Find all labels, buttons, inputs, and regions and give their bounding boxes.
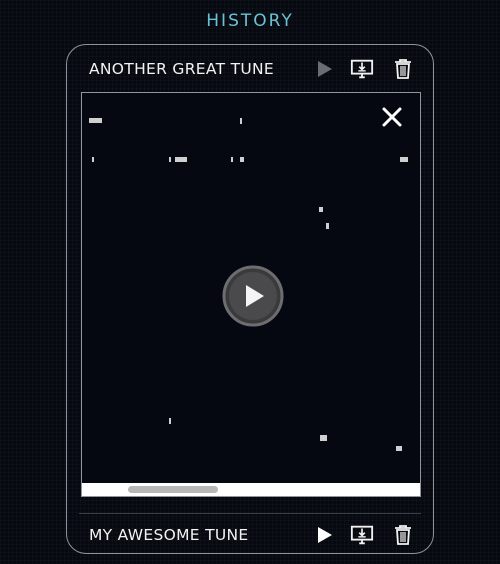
noise-pixel [320, 435, 327, 441]
history-item: ANOTHER GREAT TUNE [67, 45, 433, 93]
noise-pixel [400, 157, 408, 162]
noise-pixel [319, 207, 323, 212]
history-title: HISTORY [206, 11, 294, 31]
history-panel: ANOTHER GREAT TUNE MY AWESOME TUNE [66, 44, 434, 554]
noise-pixel [89, 118, 102, 123]
tune-name: ANOTHER GREAT TUNE [89, 60, 274, 78]
noise-pixel [231, 157, 233, 162]
noise-pixel [240, 118, 242, 124]
noise-pixel [169, 157, 171, 162]
history-item: MY AWESOME TUNE [67, 511, 433, 559]
close-icon[interactable] [380, 105, 404, 129]
noise-pixel [92, 157, 94, 162]
noise-pixel [326, 223, 329, 229]
play-icon[interactable] [313, 523, 337, 547]
tune-name: MY AWESOME TUNE [89, 526, 249, 544]
scrollbar-thumb[interactable] [128, 486, 218, 493]
noise-pixel [396, 446, 402, 451]
noise-pixel [240, 157, 244, 162]
trash-icon[interactable] [391, 57, 415, 81]
download-icon[interactable] [350, 523, 374, 547]
video-player[interactable] [81, 92, 421, 497]
play-icon[interactable] [313, 57, 337, 81]
trash-icon[interactable] [391, 523, 415, 547]
play-circle-icon[interactable] [222, 265, 284, 327]
noise-pixel [169, 418, 171, 424]
download-icon[interactable] [350, 57, 374, 81]
horizontal-scrollbar[interactable] [82, 483, 420, 496]
noise-pixel [175, 157, 187, 162]
